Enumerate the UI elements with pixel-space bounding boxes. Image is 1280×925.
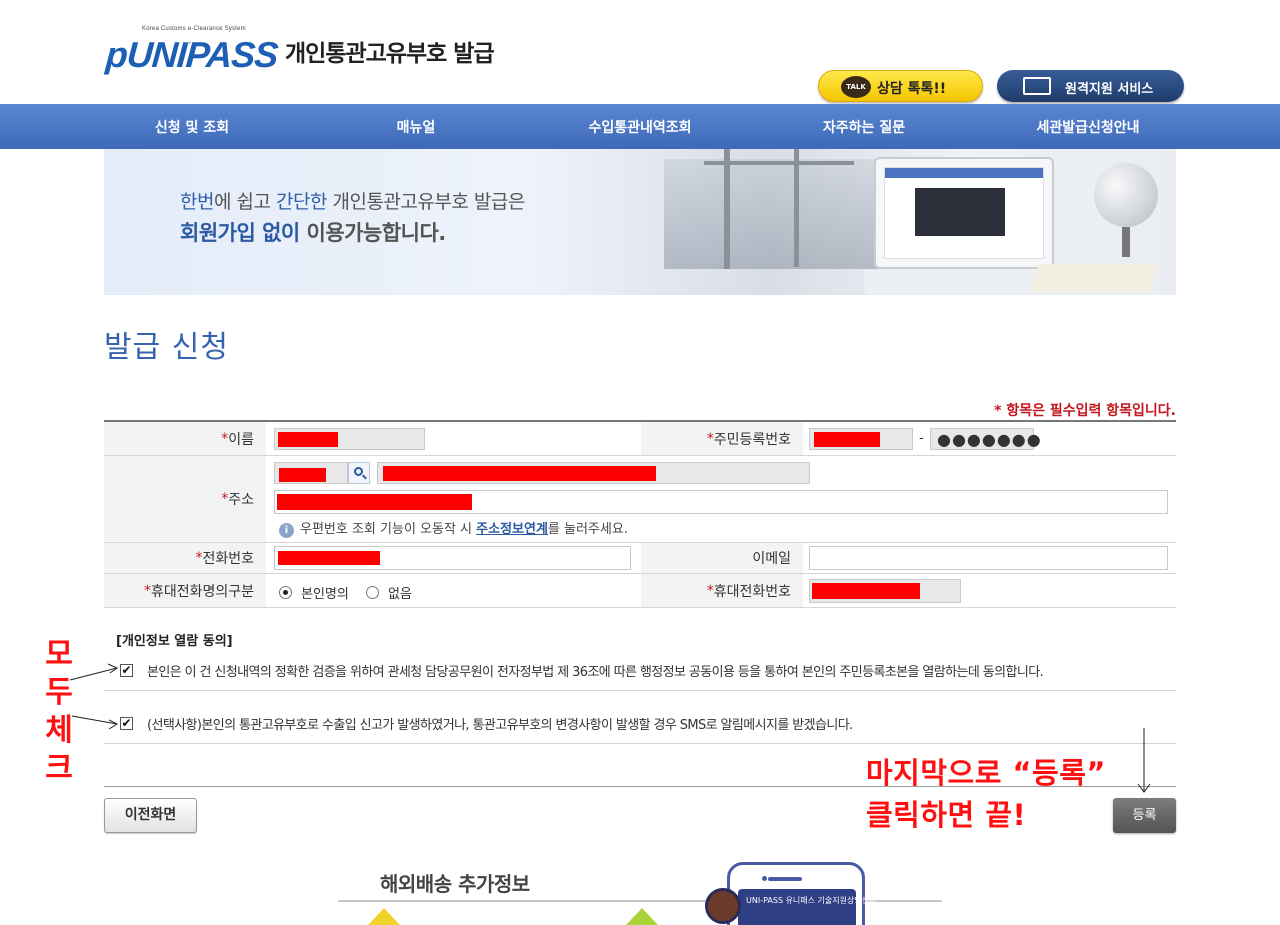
arrow-head-1 bbox=[107, 663, 119, 674]
avatar bbox=[705, 888, 741, 924]
arrow-head-2 bbox=[108, 719, 119, 730]
phone-screen-text: UNI-PASS 유니패스 기술지원상담센터 bbox=[746, 896, 877, 905]
arrow-up-icon bbox=[368, 908, 400, 925]
promo-title[interactable]: 해외배송 추가정보 bbox=[380, 868, 530, 897]
arrow-up-icon bbox=[626, 908, 658, 925]
arrow-to-checkbox-1 bbox=[69, 667, 118, 681]
annotation-final-step: 마지막으로 “등록” 클릭하면 끝! bbox=[866, 756, 1106, 832]
support-phone-banner[interactable]: UNI-PASS 유니패스 기술지원상담센터 bbox=[727, 862, 876, 925]
arrow-to-checkbox-2 bbox=[71, 715, 118, 725]
